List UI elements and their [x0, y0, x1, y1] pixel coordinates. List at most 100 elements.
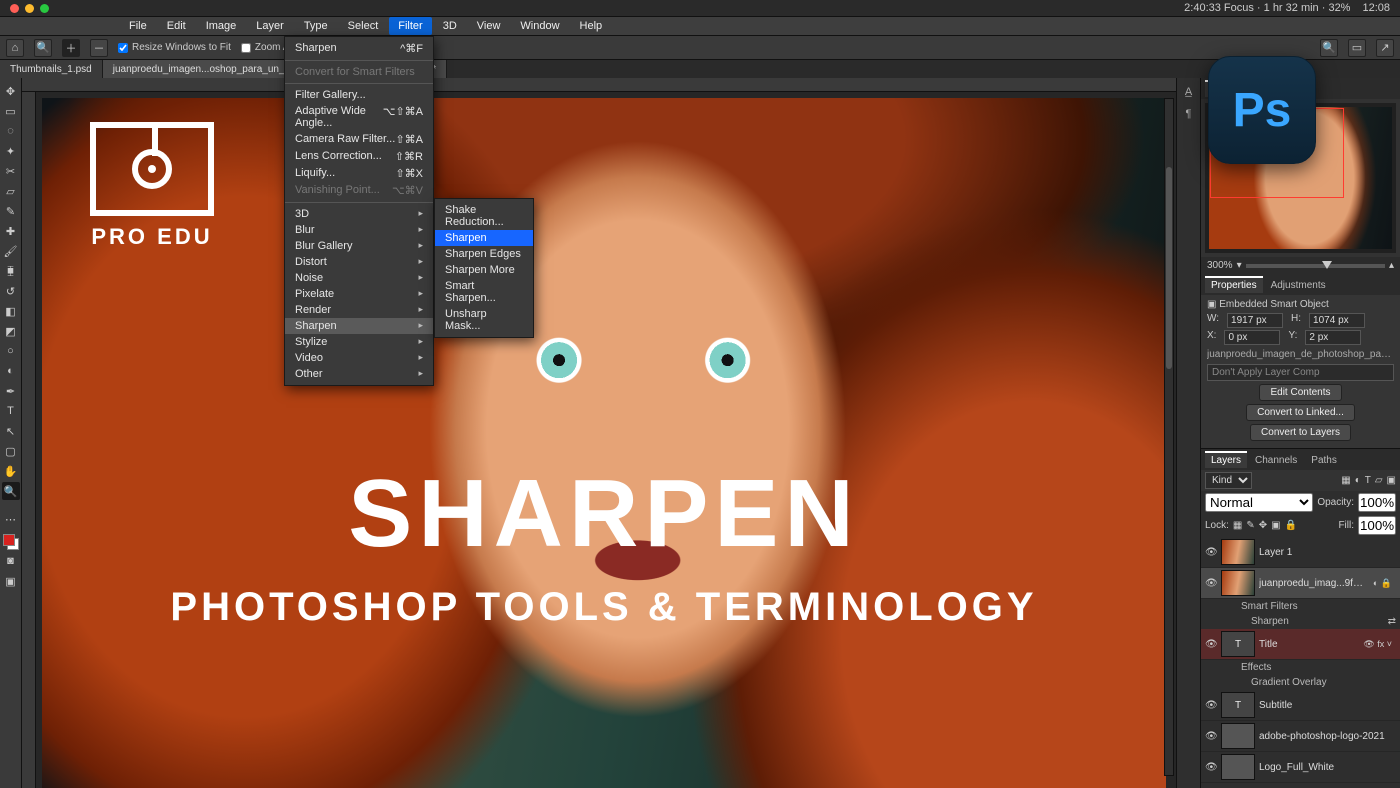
layer-effect-item[interactable]: Gradient Overlay [1201, 675, 1400, 690]
filter-adjust-icon[interactable]: ◐ [1355, 475, 1361, 486]
search-icon[interactable]: 🔍 [1320, 39, 1338, 57]
wand-tool-icon[interactable]: ✦ [2, 142, 20, 160]
eyedropper-tool-icon[interactable]: ✎ [2, 202, 20, 220]
menu-layer[interactable]: Layer [247, 17, 293, 35]
tab-layers[interactable]: Layers [1205, 451, 1247, 468]
brush-tool-icon[interactable]: 🖌 [2, 242, 20, 260]
filter-group-blur[interactable]: Blur [285, 222, 433, 238]
width-input[interactable] [1227, 313, 1283, 328]
zoom-tool-icon[interactable]: 🔍 [34, 39, 52, 57]
menu-file[interactable]: File [120, 17, 156, 35]
blend-mode-select[interactable]: Normal [1205, 493, 1313, 512]
filter-item[interactable]: Camera Raw Filter...⇧⌘A [285, 131, 433, 148]
menu-help[interactable]: Help [571, 17, 612, 35]
visibility-toggle-icon[interactable]: 👁 [1205, 639, 1217, 650]
filter-group-noise[interactable]: Noise [285, 270, 433, 286]
filter-group-3d[interactable]: 3D [285, 206, 433, 222]
zoom-out-icon[interactable]: － [90, 39, 108, 57]
layer-row[interactable]: 👁Layer 1 [1201, 537, 1400, 568]
sharpen-item[interactable]: Smart Sharpen... [435, 278, 533, 306]
layercomp-select[interactable]: Don't Apply Layer Comp [1207, 364, 1394, 381]
filter-item[interactable]: Liquify...⇧⌘X [285, 165, 433, 182]
smart-filters-label[interactable]: Smart Filters [1201, 599, 1400, 614]
filter-group-distort[interactable]: Distort [285, 254, 433, 270]
zoom-tool-main-icon[interactable]: 🔍 [2, 482, 20, 500]
screenmode-icon[interactable]: ▣ [2, 572, 20, 590]
menu-window[interactable]: Window [511, 17, 568, 35]
lock-all-icon[interactable]: 🔒 [1285, 520, 1297, 531]
filter-item[interactable]: Filter Gallery... [285, 87, 433, 103]
shape-tool-icon[interactable]: ▢ [2, 442, 20, 460]
tab-adjustments[interactable]: Adjustments [1265, 276, 1332, 293]
edit-contents-button[interactable]: Edit Contents [1259, 384, 1341, 401]
tab-paths[interactable]: Paths [1305, 451, 1343, 468]
char-panel-icon[interactable]: A̲ [1181, 84, 1197, 100]
layer-row[interactable]: 👁Logo_Full_White [1201, 752, 1400, 783]
filter-shape-icon[interactable]: ▱ [1375, 475, 1383, 486]
lock-pixels-icon[interactable]: ✎ [1246, 520, 1254, 531]
canvas[interactable]: PRO EDU SHARPEN PHOTOSHOP TOOLS & TERMIN… [22, 78, 1176, 788]
height-input[interactable] [1309, 313, 1365, 328]
menu-3d[interactable]: 3D [434, 17, 466, 35]
home-icon[interactable]: ⌂ [6, 39, 24, 57]
sharpen-item[interactable]: Shake Reduction... [435, 202, 533, 230]
lock-artboard-icon[interactable]: ▣ [1271, 520, 1280, 531]
frame-tool-icon[interactable]: ▱ [2, 182, 20, 200]
filter-item[interactable]: Lens Correction...⇧⌘R [285, 148, 433, 165]
menu-filter[interactable]: Filter [389, 17, 431, 35]
convert-linked-button[interactable]: Convert to Linked... [1246, 404, 1355, 421]
marquee-tool-icon[interactable]: ▭ [2, 102, 20, 120]
history-brush-icon[interactable]: ↺ [2, 282, 20, 300]
path-tool-icon[interactable]: ↖ [2, 422, 20, 440]
menu-image[interactable]: Image [197, 17, 246, 35]
layer-row[interactable]: 👁TTitle👁 fx ˅ [1201, 629, 1400, 660]
color-swatch[interactable] [3, 534, 19, 550]
convert-layers-button[interactable]: Convert to Layers [1250, 424, 1351, 441]
tab-properties[interactable]: Properties [1205, 276, 1263, 293]
menu-type[interactable]: Type [295, 17, 337, 35]
layer-row[interactable]: 👁juanproedu_imag...9fce431cb76d_0◐ 🔒 [1201, 568, 1400, 599]
crop-tool-icon[interactable]: ✂ [2, 162, 20, 180]
filter-group-video[interactable]: Video [285, 350, 433, 366]
visibility-toggle-icon[interactable]: 👁 [1205, 700, 1217, 711]
menu-view[interactable]: View [468, 17, 510, 35]
layer-row[interactable]: 👁adobe-photoshop-logo-2021 [1201, 721, 1400, 752]
menu-edit[interactable]: Edit [158, 17, 195, 35]
image-viewport[interactable]: PRO EDU SHARPEN PHOTOSHOP TOOLS & TERMIN… [42, 98, 1166, 788]
filter-kind-select[interactable]: Kind [1205, 472, 1252, 489]
zoom-in-small-icon[interactable]: ▴ [1389, 260, 1394, 271]
sharpen-item[interactable]: Sharpen [435, 230, 533, 246]
filter-item[interactable]: Adaptive Wide Angle...⌥⇧⌘A [285, 103, 433, 131]
fill-input[interactable] [1358, 516, 1396, 535]
share-icon[interactable]: ↗ [1376, 39, 1394, 57]
minimize-window-icon[interactable] [25, 4, 34, 13]
filter-group-render[interactable]: Render [285, 302, 433, 318]
sharpen-submenu[interactable]: Shake Reduction...SharpenSharpen EdgesSh… [434, 198, 534, 338]
zoom-slider[interactable] [1246, 264, 1385, 268]
filter-group-sharpen[interactable]: Sharpen [285, 318, 433, 334]
zoom-out-small-icon[interactable]: ▾ [1237, 260, 1242, 271]
stamp-tool-icon[interactable]: ⧯ [2, 262, 20, 280]
x-input[interactable] [1224, 330, 1280, 345]
filter-group-stylize[interactable]: Stylize [285, 334, 433, 350]
lock-transparent-icon[interactable]: ▦ [1233, 520, 1242, 531]
sharpen-item[interactable]: Sharpen Edges [435, 246, 533, 262]
opacity-input[interactable] [1358, 493, 1396, 512]
scrollbar-thumb[interactable] [1166, 167, 1172, 370]
menu-select[interactable]: Select [339, 17, 388, 35]
eraser-tool-icon[interactable]: ◧ [2, 302, 20, 320]
filter-type-icon[interactable]: T [1365, 475, 1371, 486]
resize-windows-checkbox[interactable]: Resize Windows to Fit [118, 42, 231, 53]
filter-group-pixelate[interactable]: Pixelate [285, 286, 433, 302]
dodge-tool-icon[interactable]: ◐ [2, 362, 20, 380]
lasso-tool-icon[interactable]: ◌ [2, 122, 20, 140]
smart-filter-item[interactable]: Sharpen⇄ [1201, 614, 1400, 629]
heal-tool-icon[interactable]: ✚ [2, 222, 20, 240]
filter-group-blur-gallery[interactable]: Blur Gallery [285, 238, 433, 254]
visibility-toggle-icon[interactable]: 👁 [1205, 578, 1217, 589]
hand-tool-icon[interactable]: ✋ [2, 462, 20, 480]
sharpen-item[interactable]: Unsharp Mask... [435, 306, 533, 334]
doc-tab-1[interactable]: Thumbnails_1.psd [0, 60, 103, 78]
filter-image-icon[interactable]: ▦ [1341, 475, 1350, 486]
visibility-toggle-icon[interactable]: 👁 [1205, 731, 1217, 742]
